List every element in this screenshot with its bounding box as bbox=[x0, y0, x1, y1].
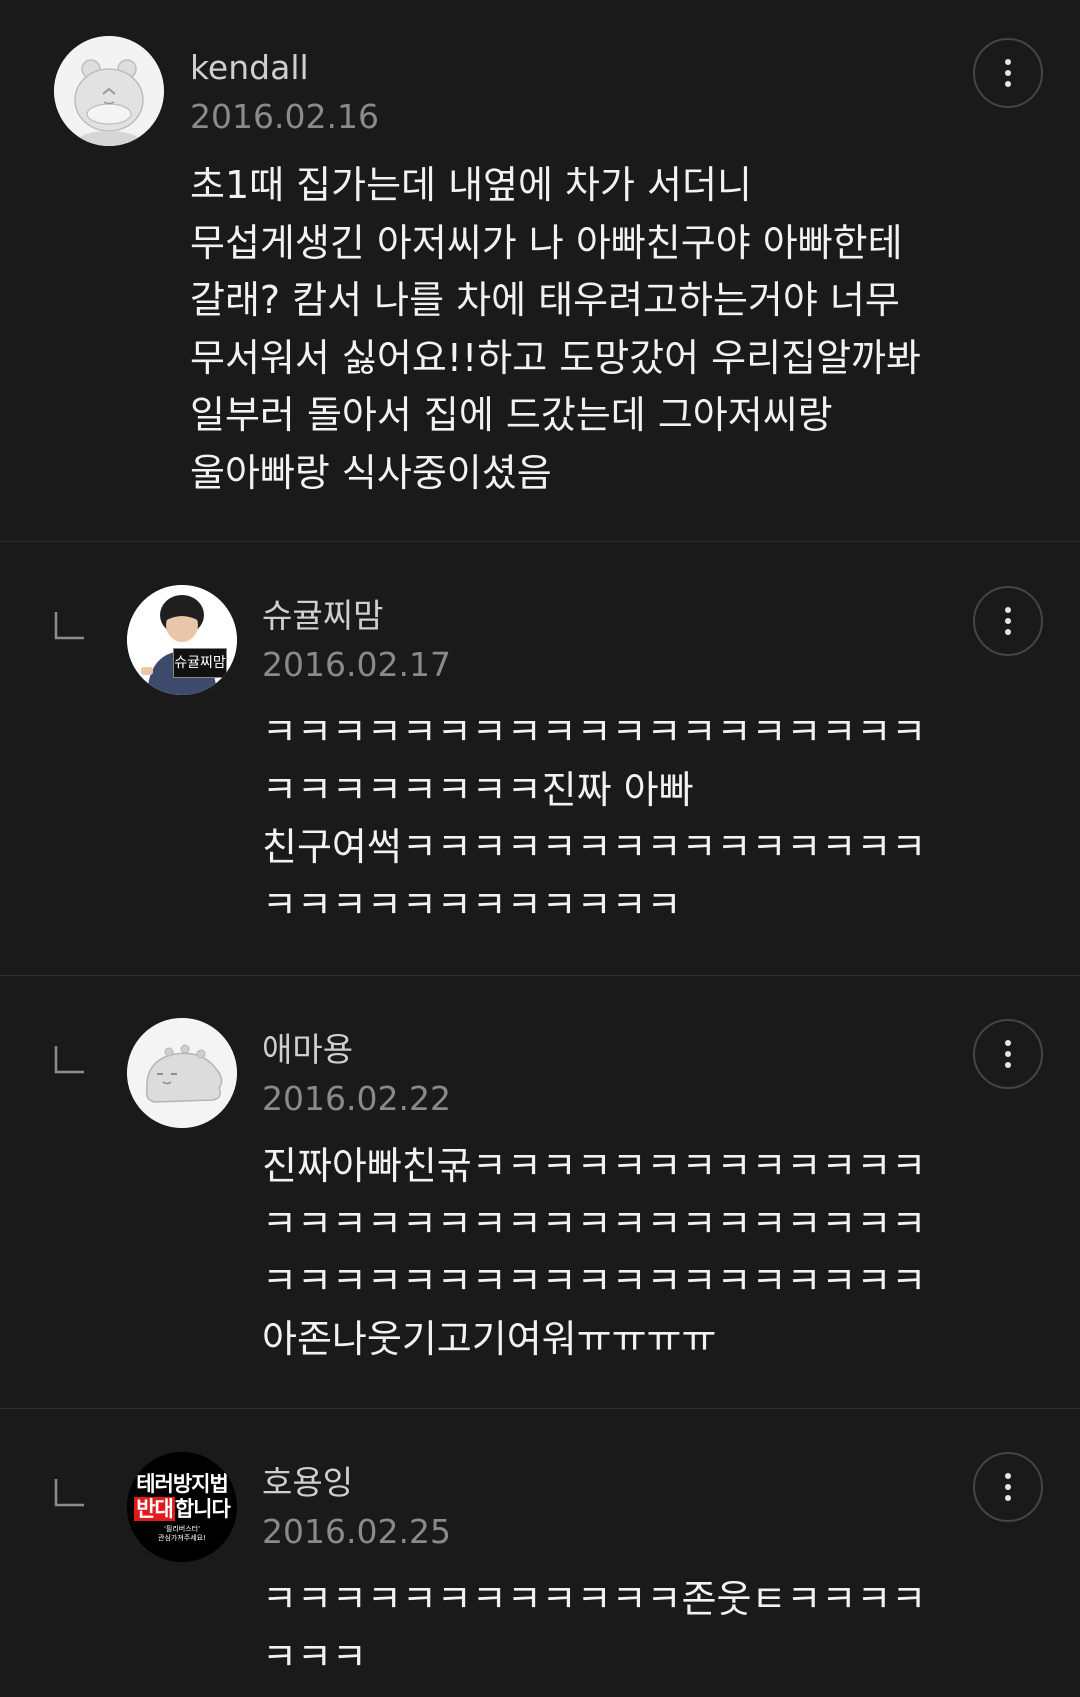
comment-author[interactable]: 슈귤찌맘 bbox=[262, 596, 383, 636]
badge-line-2: 반대합니다 bbox=[127, 1497, 237, 1521]
divider bbox=[0, 975, 1080, 976]
more-options-button[interactable] bbox=[973, 586, 1043, 656]
comment-text: 초1때 집가는데 내옆에 차가 서더니 무섭게생긴 아저씨가 나 아빠친구야 아… bbox=[190, 163, 921, 495]
more-dot-icon bbox=[1005, 1040, 1011, 1046]
comment-text: ㅋㅋㅋㅋㅋㅋㅋㅋㅋㅋㅋㅋㅋㅋㅋㅋㅋㅋㅋ ㅋㅋㅋㅋㅋㅋㅋㅋ진짜 아빠 친구여썩ㅋㅋ… bbox=[262, 710, 927, 927]
badge-line-3: '필리버스터' bbox=[163, 1525, 201, 1533]
more-dot-icon bbox=[1005, 1484, 1011, 1490]
comment-author[interactable]: 애마용 bbox=[262, 1030, 353, 1070]
person-photo-icon bbox=[127, 585, 237, 695]
avatar[interactable] bbox=[127, 1018, 237, 1128]
avatar[interactable]: 슈귤찌맘 bbox=[127, 585, 237, 695]
badge-line-1: 테러방지법 bbox=[136, 1472, 229, 1496]
more-dot-icon bbox=[1005, 1062, 1011, 1068]
reply-arrow-icon bbox=[54, 1477, 84, 1507]
avatar-sign: 슈귤찌맘 bbox=[173, 648, 227, 678]
more-dot-icon bbox=[1005, 607, 1011, 613]
more-options-button[interactable] bbox=[973, 38, 1043, 108]
more-dot-icon bbox=[1005, 1051, 1011, 1057]
more-dot-icon bbox=[1005, 1495, 1011, 1501]
comment-item: kendall 2016.02.16 초1때 집가는데 내옆에 차가 서더니 무… bbox=[0, 0, 1080, 541]
more-dot-icon bbox=[1005, 1473, 1011, 1479]
avatar[interactable] bbox=[54, 36, 164, 146]
comment-date: 2016.02.25 bbox=[262, 1512, 451, 1551]
reply-arrow-icon bbox=[54, 1044, 84, 1074]
more-dot-icon bbox=[1005, 59, 1011, 65]
avatar[interactable]: 테러방지법 반대합니다 '필리버스터' 관심가져주세요! bbox=[127, 1452, 237, 1562]
comment-date: 2016.02.17 bbox=[262, 645, 451, 684]
comment-text: 진짜아빠친굮ㅋㅋㅋㅋㅋㅋㅋㅋㅋㅋㅋㅋㅋ ㅋㅋㅋㅋㅋㅋㅋㅋㅋㅋㅋㅋㅋㅋㅋㅋㅋㅋㅋ … bbox=[262, 1144, 927, 1361]
more-options-button[interactable] bbox=[973, 1019, 1043, 1089]
comment-author[interactable]: kendall bbox=[190, 48, 309, 88]
comment-date: 2016.02.16 bbox=[190, 97, 379, 136]
reply-arrow-icon bbox=[54, 610, 84, 640]
more-dot-icon bbox=[1005, 618, 1011, 624]
divider bbox=[0, 541, 1080, 542]
more-options-button[interactable] bbox=[973, 1452, 1043, 1522]
creature-character-icon bbox=[127, 1018, 237, 1128]
divider bbox=[0, 1408, 1080, 1409]
badge-line-4: 관심가져주세요! bbox=[158, 1534, 206, 1542]
comment-text: ㅋㅋㅋㅋㅋㅋㅋㅋㅋㅋㅋㅋ존웃ㅌㅋㅋㅋㅋ ㅋㅋㅋ bbox=[262, 1577, 927, 1679]
comment-author[interactable]: 호용잉 bbox=[262, 1463, 353, 1503]
comment-date: 2016.02.22 bbox=[262, 1079, 451, 1118]
more-dot-icon bbox=[1005, 81, 1011, 87]
more-dot-icon bbox=[1005, 629, 1011, 635]
bear-character-icon bbox=[54, 36, 164, 146]
more-dot-icon bbox=[1005, 70, 1011, 76]
badge-highlight: 반대 bbox=[134, 1497, 175, 1521]
badge-text: 합니다 bbox=[174, 1497, 231, 1521]
